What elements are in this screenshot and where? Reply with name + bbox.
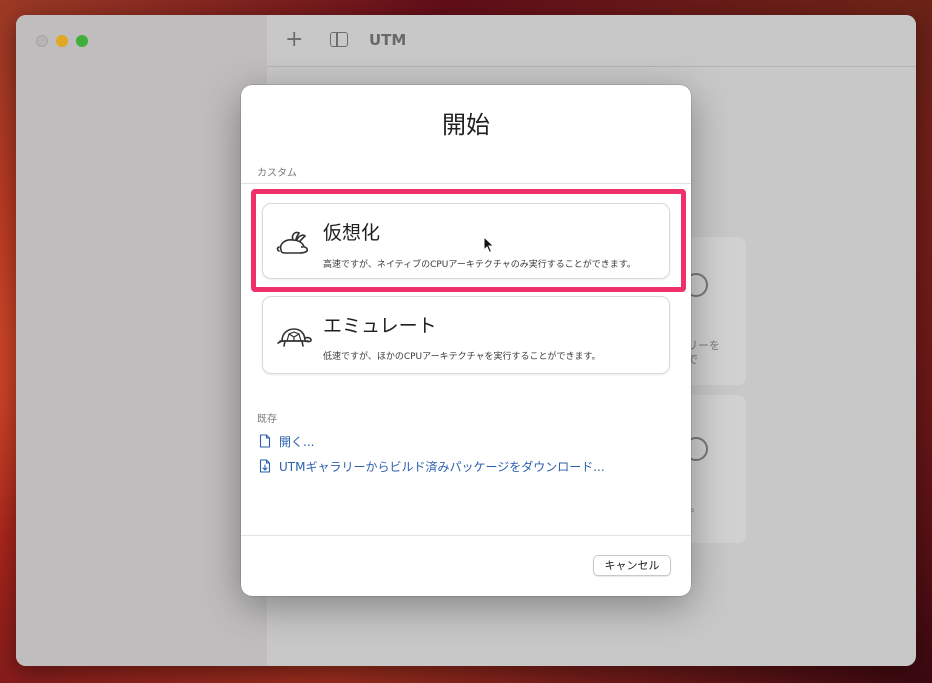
dialog-title: 開始 (442, 111, 490, 139)
emulate-option[interactable]: エミュレート 低速ですが、ほかのCPUアーキテクチャを実行することができます。 (262, 296, 670, 374)
emulate-description: 低速ですが、ほかのCPUアーキテクチャを実行することができます。 (323, 352, 601, 362)
minimize-window-button[interactable] (56, 35, 68, 47)
sidebar (16, 15, 267, 666)
download-gallery-link[interactable]: UTMギャラリーからビルド済みパッケージをダウンロード... (259, 457, 605, 475)
document-icon (259, 434, 271, 448)
cancel-button[interactable]: キャンセル (593, 555, 671, 576)
emulate-title: エミュレート (323, 315, 437, 337)
custom-section-label: カスタム (257, 168, 297, 179)
section-divider (241, 183, 691, 184)
existing-section-label: 既存 (257, 414, 277, 425)
background-card-text: 。 (690, 501, 701, 514)
virtualize-option[interactable]: 仮想化 高速ですが、ネイティブのCPUアーキテクチャのみ実行することができます。 (262, 203, 670, 279)
close-window-button[interactable] (36, 35, 48, 47)
turtle-icon (277, 328, 312, 347)
sidebar-toggle-icon[interactable] (330, 32, 348, 47)
download-document-icon (259, 459, 271, 473)
toolbar: + UTM (267, 15, 916, 67)
rabbit-icon (276, 231, 309, 254)
open-link-label: 開く... (279, 434, 315, 449)
start-dialog: 開始 カスタム 仮想化 高速ですが、ネイティブのCPUアーキテクチャのみ実行する… (241, 85, 691, 596)
window-title: UTM (369, 31, 407, 49)
download-gallery-label: UTMギャラリーからビルド済みパッケージをダウンロード... (279, 459, 605, 474)
add-vm-button[interactable]: + (285, 28, 303, 52)
virtualize-description: 高速ですが、ネイティブのCPUアーキテクチャのみ実行することができます。 (323, 260, 636, 270)
maximize-window-button[interactable] (76, 35, 88, 47)
open-link[interactable]: 開く... (259, 432, 314, 450)
virtualize-title: 仮想化 (323, 222, 381, 244)
mouse-cursor-icon (483, 236, 495, 254)
footer-divider (241, 535, 691, 536)
